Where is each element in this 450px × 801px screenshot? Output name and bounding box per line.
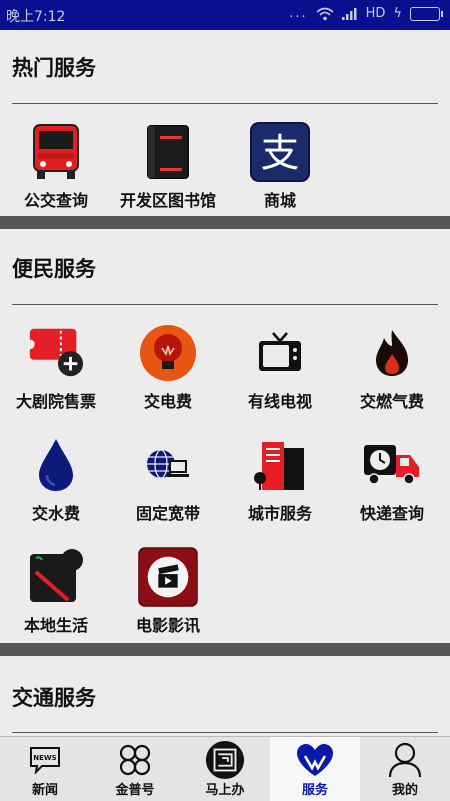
- clover-icon: [115, 740, 155, 780]
- heart-hands-icon: [295, 740, 335, 780]
- section-title-hot: 热门服务: [12, 56, 96, 80]
- tab-jinpu[interactable]: 金普号: [90, 737, 180, 801]
- water-drop-icon: [26, 435, 86, 495]
- status-indicators: ... HD ϟ: [289, 6, 443, 21]
- service-label: 本地生活: [23, 616, 88, 635]
- service-theater-tickets[interactable]: 大剧院售票: [0, 323, 112, 435]
- charging-icon: ϟ: [393, 6, 402, 21]
- status-time: 晚上7:12: [6, 9, 66, 25]
- battery-icon: [410, 6, 443, 21]
- flame-icon: [362, 323, 422, 383]
- service-water-bill[interactable]: 交水费: [0, 435, 112, 547]
- service-label: 固定宽带: [135, 504, 200, 523]
- section-rule: [12, 732, 438, 733]
- section-title-traffic: 交通服务: [12, 686, 96, 710]
- globe-computer-icon: [138, 435, 198, 495]
- ticket-icon: [26, 323, 86, 383]
- status-bar: 晚上7:12 ... HD ϟ: [0, 0, 450, 30]
- service-label: 开发区图书馆: [119, 191, 216, 210]
- service-label: 交电费: [143, 392, 192, 411]
- traffic-services-section: 交通服务: [0, 656, 450, 736]
- service-express-tracking[interactable]: 快递查询: [336, 435, 448, 547]
- tab-label: 我的: [391, 783, 418, 798]
- service-label: 有线电视: [247, 392, 312, 411]
- svg-text:NEWS: NEWS: [33, 754, 56, 762]
- service-cable-tv[interactable]: 有线电视: [224, 323, 336, 435]
- tab-instant[interactable]: 马上办: [180, 737, 270, 801]
- service-label: 商城: [263, 191, 296, 210]
- bus-icon: [26, 122, 86, 182]
- service-label: 交燃气费: [359, 392, 424, 411]
- wifi-icon: [316, 7, 334, 20]
- person-icon: [385, 740, 425, 780]
- network-type-label: HD: [365, 6, 386, 21]
- news-icon: NEWS: [25, 740, 65, 780]
- service-broadband[interactable]: 固定宽带: [112, 435, 224, 547]
- svg-text:支: 支: [261, 132, 300, 177]
- service-electricity-bill[interactable]: 交电费: [112, 323, 224, 435]
- tab-news[interactable]: NEWS 新闻: [0, 737, 90, 801]
- section-rule: [12, 304, 438, 305]
- tab-label: 金普号: [115, 783, 155, 798]
- section-rule: [12, 103, 438, 104]
- service-city-services[interactable]: 城市服务: [224, 435, 336, 547]
- notification-dots: ...: [289, 6, 308, 21]
- service-label: 城市服务: [247, 504, 312, 523]
- section-divider: [0, 643, 450, 656]
- city-buildings-icon: [250, 435, 310, 495]
- bottom-tab-bar: NEWS 新闻 金普号 马上办 服务 我的: [0, 736, 450, 801]
- tab-label: 马上办: [205, 783, 245, 798]
- delivery-truck-icon: [362, 435, 422, 495]
- tab-label: 新闻: [31, 783, 58, 798]
- tv-icon: [250, 323, 310, 383]
- mall-icon: 支: [250, 122, 310, 182]
- book-icon: [138, 122, 198, 182]
- signal-icon: [341, 7, 357, 20]
- section-divider: [0, 216, 450, 229]
- service-gas-bill[interactable]: 交燃气费: [336, 323, 448, 435]
- hot-services-section: 热门服务 公交查询 开发区图书馆 支 商城: [0, 30, 450, 216]
- service-label: 大剧院售票: [15, 392, 96, 411]
- tab-services[interactable]: 服务: [270, 737, 360, 801]
- tab-mine[interactable]: 我的: [360, 737, 450, 801]
- service-label: 电影影讯: [135, 616, 200, 635]
- tab-label: 服务: [301, 783, 328, 798]
- lightbulb-icon: [138, 323, 198, 383]
- service-label: 交水费: [31, 504, 80, 523]
- local-life-icon: [26, 547, 86, 607]
- section-title-convenience: 便民服务: [12, 257, 96, 281]
- seal-icon: [205, 740, 245, 780]
- convenience-services-section: 便民服务 大剧院售票 交电费 有线电视 交燃气费 交水费 固定宽带 城市服务 快…: [0, 229, 450, 643]
- movie-clapper-icon: [138, 547, 198, 607]
- service-label: 快递查询: [359, 504, 424, 523]
- service-label: 公交查询: [23, 191, 88, 210]
